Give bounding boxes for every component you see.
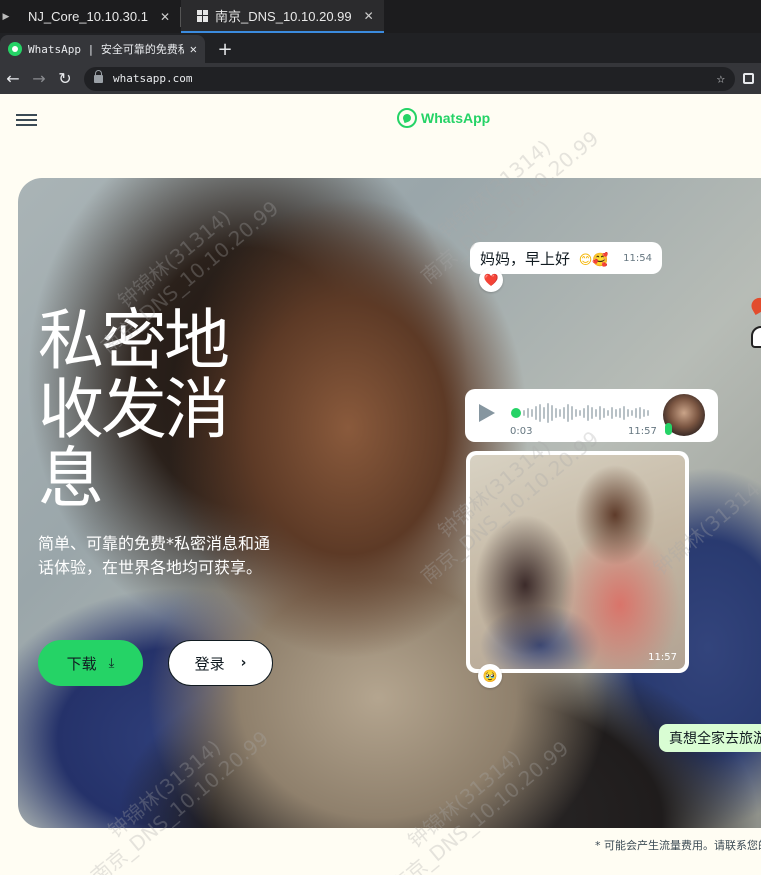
session-scroll-icon[interactable]: ▶ (0, 0, 12, 33)
download-button[interactable]: 下载 ⤓ (38, 640, 143, 686)
address-bar[interactable]: whatsapp.com ☆ (84, 66, 735, 91)
emoji: 😊🥰 (578, 252, 609, 268)
chat-bubble-voice: 0:03 11:57 (465, 389, 718, 442)
login-label: 登录 (194, 654, 225, 673)
lock-icon[interactable] (94, 69, 103, 83)
chat-bubble-photo: 11:57 (466, 451, 689, 673)
download-icon: ⤓ (108, 655, 115, 671)
voice-waveform (523, 402, 651, 424)
hero-section: 私密地收发消息 简单、可靠的免费*私密消息和通话体验，在世界各地均可获享。 下载… (18, 178, 761, 828)
chat-bubble-family: 真想全家去旅游 (659, 724, 761, 752)
voice-time: 11:57 (628, 426, 657, 437)
login-button[interactable]: 登录 › (168, 640, 273, 686)
session-tab-label: 南京_DNS_10.10.20.99 (215, 9, 352, 24)
chat-message-text: 妈妈，早上好 😊🥰 (480, 249, 609, 268)
emoji-reaction-icon: 🥹 (478, 664, 502, 688)
reload-button[interactable]: ↻ (52, 66, 78, 92)
mic-icon (665, 423, 672, 435)
ghost-icon (751, 326, 761, 348)
url-text[interactable]: whatsapp.com (113, 72, 717, 85)
session-tab-nj-core[interactable]: NJ_Core_10.10.30.1 ✕ (12, 0, 180, 33)
browser-tab-strip: WhatsApp | 安全可靠的免费私密... ✕ + (0, 33, 761, 63)
new-tab-button[interactable]: + (211, 35, 239, 63)
close-icon[interactable]: ✕ (160, 10, 170, 24)
sticker-icon (748, 294, 761, 358)
photo-time: 11:57 (648, 652, 677, 663)
whatsapp-page: WhatsApp 私密地收发消息 简单、可靠的免费*私密消息和通话体验，在世界各… (0, 94, 761, 875)
heart-reaction-icon: ❤️ (479, 268, 503, 292)
windows-icon (197, 9, 209, 22)
brand-name: WhatsApp (421, 110, 491, 126)
voice-progress-dot (511, 408, 521, 418)
message-time: 11:54 (623, 252, 652, 264)
download-label: 下载 (66, 654, 97, 673)
play-icon (479, 404, 495, 422)
chat-bubble-text: 妈妈，早上好 😊🥰 11:54 (470, 242, 662, 274)
whatsapp-logo[interactable]: WhatsApp (397, 108, 490, 128)
square-icon (742, 73, 754, 84)
session-tab-label: NJ_Core_10.10.30.1 (28, 9, 148, 24)
forward-button[interactable]: → (26, 66, 52, 92)
session-tab-nanjing-dns[interactable]: 南京_DNS_10.10.20.99 ✕ (181, 0, 384, 33)
close-icon[interactable]: ✕ (364, 9, 374, 23)
back-button[interactable]: ← (0, 66, 26, 92)
bookmark-star-icon[interactable]: ☆ (717, 71, 725, 87)
hero-subtitle: 简单、可靠的免费*私密消息和通话体验，在世界各地均可获享。 (38, 534, 271, 577)
heart-icon (748, 294, 761, 316)
chat-photo-image: 11:57 (470, 455, 685, 669)
extensions-button[interactable] (735, 66, 761, 92)
chevron-right-icon: › (240, 655, 247, 671)
browser-tab-whatsapp[interactable]: WhatsApp | 安全可靠的免费私密... ✕ (0, 35, 205, 63)
close-icon[interactable]: ✕ (190, 42, 197, 56)
whatsapp-logo-icon (397, 108, 417, 128)
voice-elapsed: 0:03 (510, 426, 533, 437)
footnote: * 可能会产生流量费用。请联系您的 (595, 839, 761, 852)
remote-session-tab-bar: ▶ NJ_Core_10.10.30.1 ✕ 南京_DNS_10.10.20.9… (0, 0, 761, 33)
menu-icon[interactable] (16, 114, 37, 126)
browser-toolbar: ← → ↻ whatsapp.com ☆ (0, 63, 761, 94)
hero-title: 私密地收发消息 (38, 302, 230, 517)
whatsapp-favicon-icon (8, 42, 22, 56)
browser-tab-title: WhatsApp | 安全可靠的免费私密... (28, 43, 184, 56)
